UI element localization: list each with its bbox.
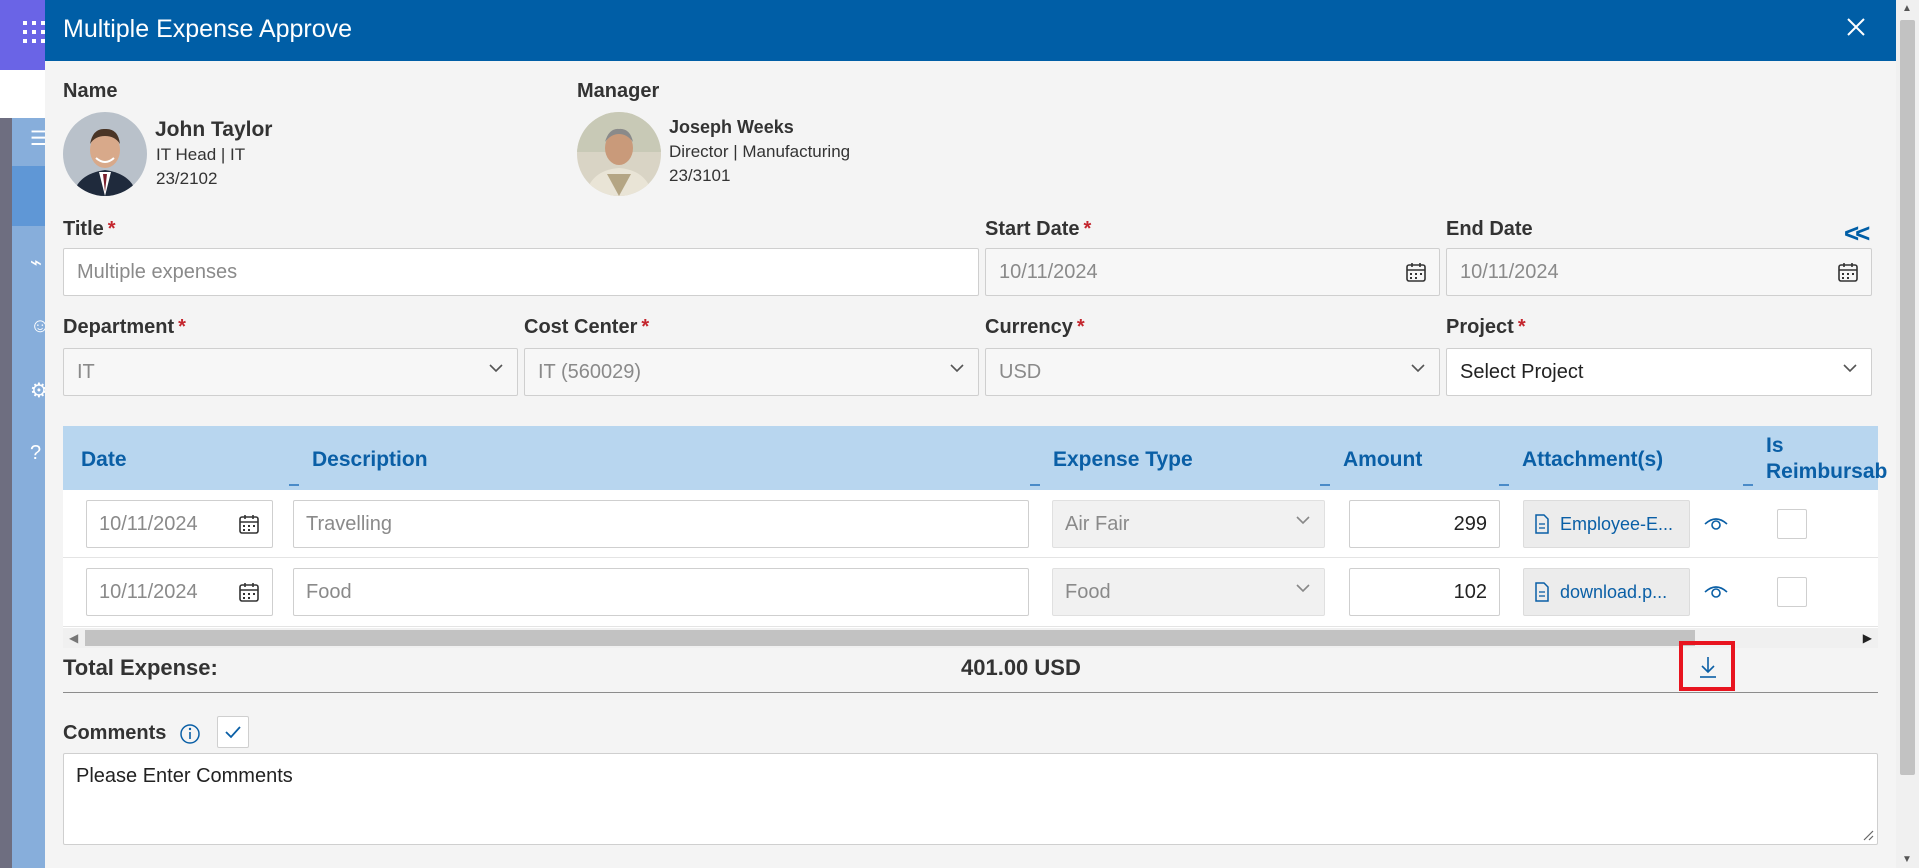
total-expense-value: 401.00 USD bbox=[961, 655, 1081, 680]
column-header-is[interactable]: Is bbox=[1766, 434, 1784, 458]
title-label: Title * bbox=[63, 218, 116, 240]
chart-icon[interactable]: ⌁ bbox=[30, 250, 42, 275]
total-expense-label: Total Expense: bbox=[63, 655, 218, 680]
expense-approve-modal: Multiple Expense Approve Name John Taylo… bbox=[45, 0, 1896, 868]
calendar-icon[interactable] bbox=[238, 513, 260, 540]
chevron-down-icon bbox=[950, 364, 964, 373]
row-date-input[interactable]: 10/11/2024 bbox=[86, 568, 273, 616]
page-vertical-scrollbar[interactable]: ▲ ▼ bbox=[1896, 0, 1919, 868]
confirm-comments-button[interactable] bbox=[217, 716, 249, 748]
row-amount-input[interactable]: 299 bbox=[1349, 500, 1500, 548]
cost-center-label: Cost Center * bbox=[524, 316, 650, 338]
name-label: Name bbox=[63, 80, 118, 102]
project-select[interactable]: Select Project bbox=[1446, 348, 1872, 396]
employee-name: John Taylor bbox=[155, 118, 273, 141]
end-date-label: End Date bbox=[1446, 218, 1533, 240]
currency-select[interactable]: USD bbox=[985, 348, 1440, 396]
row-amount-input[interactable]: 102 bbox=[1349, 568, 1500, 616]
employee-avatar bbox=[63, 112, 147, 196]
close-icon[interactable] bbox=[1846, 12, 1866, 44]
employee-role: IT Head | IT bbox=[156, 145, 246, 164]
start-date-input[interactable]: 10/11/2024 bbox=[985, 248, 1440, 296]
chevron-down-icon bbox=[1843, 364, 1857, 373]
scrollbar-thumb[interactable] bbox=[1900, 20, 1915, 775]
chevron-down-icon bbox=[1296, 584, 1310, 593]
modal-title: Multiple Expense Approve bbox=[63, 15, 353, 43]
column-resize-handle[interactable] bbox=[1499, 484, 1509, 486]
department-select[interactable]: IT bbox=[63, 348, 518, 396]
column-resize-handle[interactable] bbox=[289, 484, 299, 486]
reimbursable-checkbox[interactable] bbox=[1777, 577, 1807, 607]
scroll-down-arrow[interactable]: ▼ bbox=[1902, 854, 1912, 865]
manager-label: Manager bbox=[577, 80, 660, 102]
column-resize-handle[interactable] bbox=[1743, 484, 1753, 486]
row-date-input[interactable]: 10/11/2024 bbox=[86, 500, 273, 548]
resize-grip-icon[interactable] bbox=[1862, 829, 1874, 841]
comments-textarea[interactable]: Please Enter Comments bbox=[63, 753, 1878, 845]
column-header-reimbursable[interactable]: Reimbursab bbox=[1766, 460, 1887, 484]
download-icon bbox=[1700, 657, 1716, 678]
column-header-amount[interactable]: Amount bbox=[1343, 448, 1422, 472]
info-icon[interactable] bbox=[179, 723, 201, 745]
table-row: 10/11/2024 Travelling Air Fair 299 Emplo… bbox=[63, 490, 1878, 558]
title-input[interactable]: Multiple expenses bbox=[63, 248, 979, 296]
chevron-down-icon bbox=[1411, 364, 1425, 373]
chevron-down-icon bbox=[1296, 516, 1310, 525]
app-launcher-icon[interactable] bbox=[22, 20, 46, 48]
check-icon bbox=[225, 726, 241, 739]
row-expense-type-select[interactable]: Food bbox=[1052, 568, 1325, 616]
currency-label: Currency * bbox=[985, 316, 1085, 338]
cost-center-select[interactable]: IT (560029) bbox=[524, 348, 979, 396]
end-date-input[interactable]: 10/11/2024 bbox=[1446, 248, 1872, 296]
divider bbox=[63, 692, 1878, 693]
expense-grid: Date Description Expense Type Amount Att… bbox=[63, 426, 1887, 646]
manager-id: 23/3101 bbox=[669, 166, 731, 185]
chevron-down-icon bbox=[489, 364, 503, 373]
modal-header: Multiple Expense Approve bbox=[45, 0, 1896, 61]
scroll-right-arrow[interactable]: ▶ bbox=[1863, 631, 1872, 645]
column-header-expense-type[interactable]: Expense Type bbox=[1053, 448, 1193, 472]
calendar-icon[interactable] bbox=[238, 581, 260, 608]
scroll-left-arrow[interactable]: ◀ bbox=[69, 631, 78, 645]
file-icon bbox=[1535, 582, 1549, 602]
eye-icon[interactable] bbox=[1703, 582, 1729, 602]
grid-horizontal-scrollbar[interactable]: ◀ ▶ bbox=[63, 628, 1878, 648]
help-icon[interactable]: ? bbox=[30, 442, 41, 465]
column-resize-handle[interactable] bbox=[1030, 484, 1040, 486]
collapse-icon[interactable]: << bbox=[1844, 218, 1870, 249]
scroll-up-arrow[interactable]: ▲ bbox=[1902, 3, 1912, 14]
attachment-chip[interactable]: Employee-E... bbox=[1523, 500, 1690, 548]
row-description-input[interactable]: Travelling bbox=[293, 500, 1029, 548]
attachment-chip[interactable]: download.p... bbox=[1523, 568, 1690, 616]
column-resize-handle[interactable] bbox=[1320, 484, 1330, 486]
employee-id: 23/2102 bbox=[156, 169, 218, 188]
row-expense-type-select[interactable]: Air Fair bbox=[1052, 500, 1325, 548]
grid-header: Date Description Expense Type Amount Att… bbox=[63, 426, 1887, 490]
table-row: 10/11/2024 Food Food 102 download.p... bbox=[63, 559, 1878, 627]
file-icon bbox=[1535, 514, 1549, 534]
column-header-description[interactable]: Description bbox=[312, 448, 428, 472]
manager-name: Joseph Weeks bbox=[669, 117, 794, 137]
comments-label: Comments bbox=[63, 722, 167, 744]
download-button[interactable] bbox=[1679, 641, 1735, 691]
manager-role: Director | Manufacturing bbox=[669, 142, 851, 161]
eye-icon[interactable] bbox=[1703, 514, 1729, 534]
project-label: Project * bbox=[1446, 316, 1526, 338]
department-label: Department * bbox=[63, 316, 186, 338]
manager-avatar bbox=[577, 112, 661, 196]
row-description-input[interactable]: Food bbox=[293, 568, 1029, 616]
reimbursable-checkbox[interactable] bbox=[1777, 509, 1807, 539]
column-header-attachments[interactable]: Attachment(s) bbox=[1522, 448, 1663, 472]
calendar-icon[interactable] bbox=[1405, 261, 1427, 288]
scrollbar-thumb[interactable] bbox=[85, 630, 1695, 646]
calendar-icon[interactable] bbox=[1837, 261, 1859, 288]
column-header-date[interactable]: Date bbox=[81, 448, 127, 472]
start-date-label: Start Date * bbox=[985, 218, 1092, 240]
